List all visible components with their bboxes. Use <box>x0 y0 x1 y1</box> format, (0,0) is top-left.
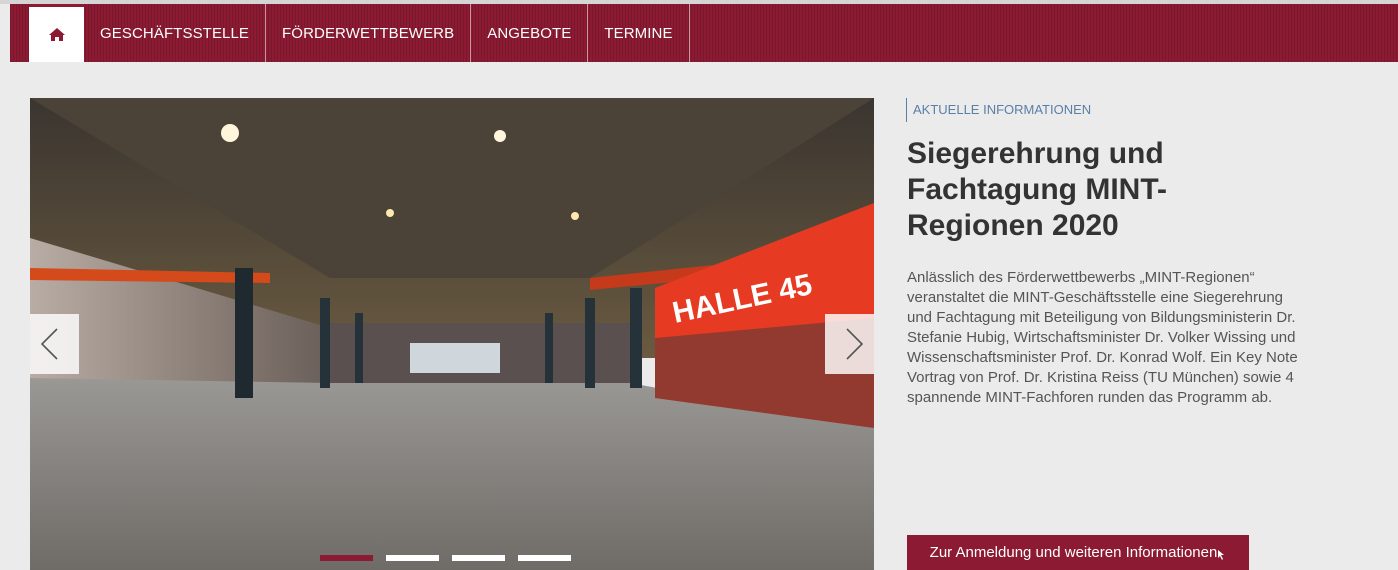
slide-image: HALLE 45 <box>30 98 874 570</box>
news-panel: AKTUELLE INFORMATIONEN Siegerehrung und … <box>906 98 1326 408</box>
slider-indicator-1[interactable] <box>320 555 373 561</box>
news-description: Anlässlich des Förderwettbewerbs „MINT-R… <box>907 269 1298 406</box>
home-icon <box>48 28 65 41</box>
nav-item-geschaeftsstelle[interactable]: GESCHÄFTSSTELLE <box>84 4 267 62</box>
slider-prev-button[interactable] <box>30 314 79 374</box>
news-headline: Siegerehrung und Fachtagung MINT-Regione… <box>907 137 1167 242</box>
home-button[interactable] <box>29 4 84 62</box>
slider-next-button[interactable] <box>825 314 874 374</box>
main-navigation: GESCHÄFTSSTELLE FÖRDERWETTBEWERB ANGEBOT… <box>10 4 1398 62</box>
registration-button[interactable]: Zur Anmeldung und weiteren Informationen <box>907 535 1249 570</box>
category-label: AKTUELLE INFORMATIONEN <box>906 98 1326 122</box>
nav-item-foerderwettbewerb[interactable]: FÖRDERWETTBEWERB <box>266 4 472 62</box>
chevron-left-icon <box>40 328 58 360</box>
registration-button-label: Zur Anmeldung und weiteren Informationen <box>929 544 1218 561</box>
cursor-arrow-icon <box>1218 550 1225 560</box>
slider-indicator-2[interactable] <box>386 555 439 561</box>
slider-indicator-3[interactable] <box>452 555 505 561</box>
image-slider: HALLE 45 <box>30 98 874 570</box>
slider-indicator-4[interactable] <box>518 555 571 561</box>
nav-item-termine[interactable]: TERMINE <box>588 4 690 62</box>
chevron-right-icon <box>846 328 864 360</box>
slider-indicators <box>320 555 571 561</box>
nav-item-angebote[interactable]: ANGEBOTE <box>471 4 589 62</box>
